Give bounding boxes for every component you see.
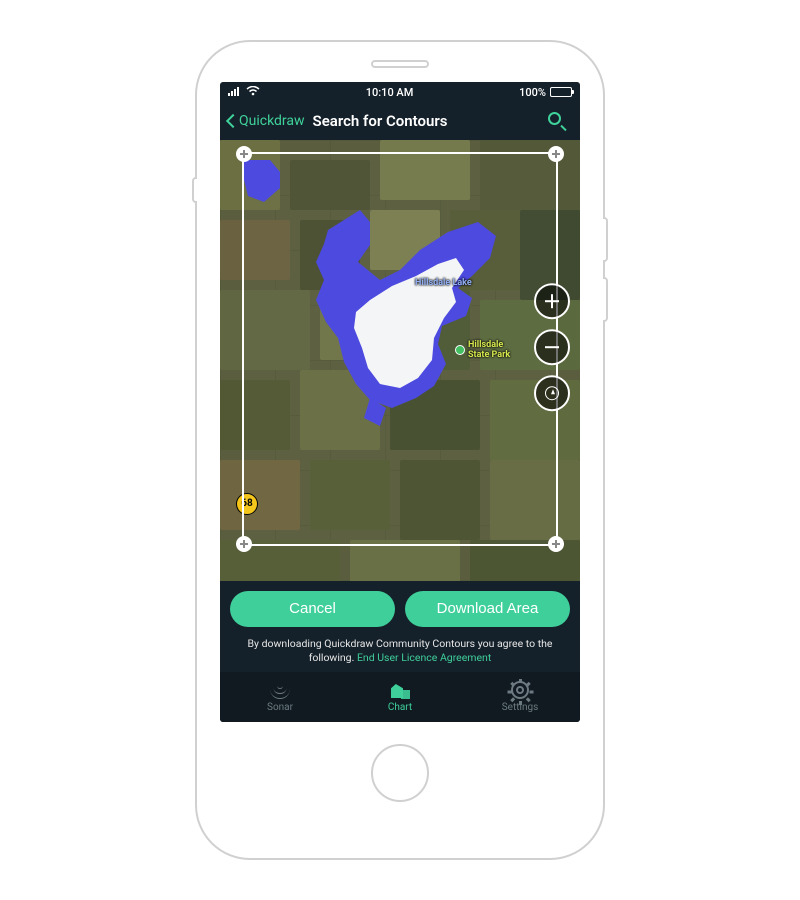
minus-icon: [545, 341, 559, 355]
tab-chart[interactable]: Chart: [340, 672, 460, 722]
battery-percent: 100%: [519, 86, 546, 99]
chart-icon: [390, 681, 410, 699]
phone-volume-up: [603, 217, 608, 262]
selection-grip-bottom-right[interactable]: [548, 536, 564, 552]
phone-mute-switch: [192, 177, 197, 203]
wifi-icon: [246, 86, 260, 99]
cancel-button[interactable]: Cancel: [230, 591, 395, 627]
phone-home-button[interactable]: [371, 744, 429, 802]
map-view[interactable]: Hillsdale Lake Hillsdale State Park 68: [220, 140, 580, 581]
map-controls: [534, 284, 570, 412]
tab-bar: Sonar Chart Settings: [220, 672, 580, 722]
back-button[interactable]: Quickdraw: [228, 113, 305, 129]
disclaimer-text: By downloading Quickdraw Community Conto…: [230, 637, 570, 666]
page-title: Search for Contours: [313, 112, 448, 130]
nav-header: Quickdraw Search for Contours: [220, 102, 580, 140]
zoom-out-button[interactable]: [534, 330, 570, 366]
bottom-panel: Cancel Download Area By downloading Quic…: [220, 581, 580, 672]
signal-icon: [228, 86, 242, 99]
plus-icon: [545, 295, 559, 309]
gear-icon: [511, 681, 529, 699]
zoom-in-button[interactable]: [534, 284, 570, 320]
app-screen: 10:10 AM 100% Quickdraw Search for Conto…: [220, 82, 580, 722]
phone-frame: 10:10 AM 100% Quickdraw Search for Conto…: [195, 40, 605, 860]
tab-label: Chart: [388, 702, 412, 713]
battery-icon: [550, 87, 572, 97]
compass-button[interactable]: [534, 376, 570, 412]
status-bar: 10:10 AM 100%: [220, 82, 580, 102]
phone-speaker: [371, 60, 429, 68]
tab-sonar[interactable]: Sonar: [220, 672, 340, 722]
search-icon[interactable]: [548, 112, 566, 130]
selection-grip-bottom-left[interactable]: [236, 536, 252, 552]
selection-grip-top-left[interactable]: [236, 146, 252, 162]
sonar-icon: [270, 681, 290, 699]
tab-label: Sonar: [267, 702, 293, 713]
download-area-button[interactable]: Download Area: [405, 591, 570, 627]
tab-settings[interactable]: Settings: [460, 672, 580, 722]
back-label: Quickdraw: [239, 113, 305, 129]
selection-grip-top-right[interactable]: [548, 146, 564, 162]
area-selection-box[interactable]: [242, 152, 558, 546]
eula-link[interactable]: End User Licence Agreement: [357, 651, 491, 664]
compass-icon: [545, 387, 559, 401]
status-time: 10:10 AM: [366, 86, 414, 99]
chevron-left-icon: [226, 114, 240, 128]
phone-volume-down: [603, 277, 608, 322]
